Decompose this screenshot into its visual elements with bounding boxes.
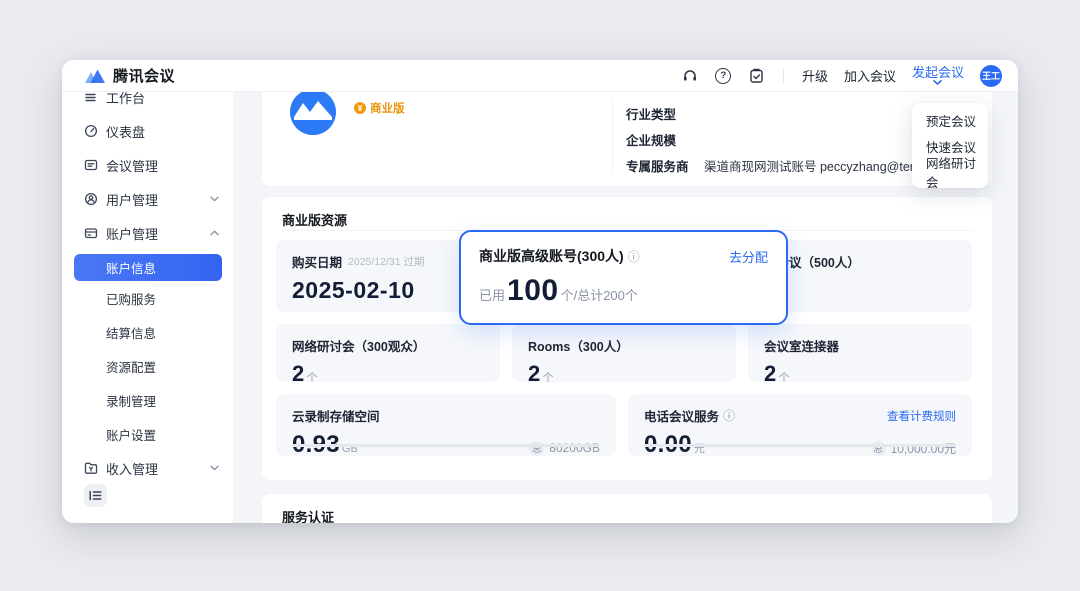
meetings-icon	[84, 158, 98, 172]
edition-badge: ¥ 商业版	[354, 100, 405, 116]
sidebar-item-dashboard[interactable]: 仪表盘	[62, 114, 233, 148]
chevron-down-icon	[210, 465, 219, 471]
connector-tile: 会议室连接器 2 个	[748, 324, 972, 382]
dashboard-icon	[84, 124, 98, 138]
assign-link[interactable]: 去分配	[729, 247, 768, 266]
sidebar-item-purchased-services[interactable]: 已购服务	[62, 281, 233, 315]
premium-account-title: 商业版高级账号(300人)	[479, 246, 624, 266]
badge-coin-icon: ¥	[354, 102, 366, 114]
menu-item-webinar[interactable]: 网络研讨会	[912, 159, 988, 185]
headset-icon[interactable]	[682, 67, 699, 84]
expire-note: 2025/12/31 过期	[348, 254, 424, 269]
total-badge: 总	[871, 441, 886, 456]
chevron-down-icon	[933, 80, 942, 85]
storage-progress-bar	[292, 444, 600, 447]
storage-total: 总 80200GB	[529, 441, 600, 456]
main-content: ¥ 商业版 行业类型 企业规模 专属服务商	[233, 92, 1018, 523]
menu-fold-icon	[89, 490, 102, 501]
sidebar-item-account-management[interactable]: 账户管理	[62, 216, 233, 250]
connector-count: 2	[764, 361, 777, 387]
menu-item-schedule-meeting[interactable]: 预定会议	[912, 107, 988, 133]
purchase-date-value: 2025-02-10	[292, 277, 484, 304]
total-label: 个/总计200个	[561, 285, 638, 304]
rooms-tile: Rooms（300人） 2 个	[512, 324, 736, 382]
survey-icon[interactable]	[748, 67, 765, 84]
help-icon[interactable]: ?	[715, 67, 732, 84]
app-title: 腾讯会议	[113, 65, 175, 86]
sidebar-item-resource-config[interactable]: 资源配置	[62, 349, 233, 383]
income-icon	[84, 461, 98, 475]
sidebar-item-income-management[interactable]: 收入管理	[62, 451, 233, 485]
phone-progress-bar	[644, 444, 956, 447]
business-resources-card: 商业版资源 购买日期 2025/12/31 过期 2025-02-10 大会议（…	[262, 197, 992, 480]
total-badge: 总	[529, 441, 544, 456]
billing-rules-link[interactable]: 查看计费规则	[887, 408, 956, 424]
brand: 腾讯会议	[84, 65, 175, 86]
premium-account-card[interactable]: 商业版高级账号(300人) ⓘ 去分配 已用 100 个/总计200个	[459, 230, 788, 325]
used-value: 100	[507, 274, 559, 308]
account-info-card: ¥ 商业版 行业类型 企业规模 专属服务商	[262, 92, 992, 186]
service-certification-card: 服务认证	[262, 494, 992, 523]
upgrade-button[interactable]: 升级	[802, 66, 828, 85]
info-icon[interactable]: ⓘ	[723, 407, 735, 424]
cloud-storage-tile: 云录制存储空间 0.93 GB 总 80200GB	[276, 394, 616, 456]
rooms-count: 2	[528, 361, 541, 387]
start-meeting-button[interactable]: 发起会议	[912, 66, 964, 85]
users-icon	[84, 192, 98, 206]
sidebar-item-recording-management[interactable]: 录制管理	[62, 383, 233, 417]
chevron-up-icon	[210, 230, 219, 236]
phone-total: 总 10,000.00元	[871, 440, 956, 457]
sidebar-item-workbench[interactable]: 工作台	[62, 92, 233, 114]
webinar-count: 2	[292, 361, 305, 387]
section-title: 商业版资源	[282, 210, 347, 229]
sidebar-item-user-management[interactable]: 用户管理	[62, 182, 233, 216]
sidebar-item-billing-info[interactable]: 结算信息	[62, 315, 233, 349]
start-meeting-menu: 预定会议 快速会议 网络研讨会	[912, 103, 988, 188]
large-meeting-label: 大会议（500人）	[764, 252, 956, 271]
sidebar-collapse-button[interactable]	[84, 484, 107, 507]
page-background: 腾讯会议 ?	[0, 0, 1080, 591]
sidebar-item-account-settings[interactable]: 账户设置	[62, 417, 233, 451]
join-meeting-button[interactable]: 加入会议	[844, 66, 896, 85]
sidebar-item-account-info-selected[interactable]: 账户信息	[74, 254, 222, 281]
used-label: 已用	[479, 285, 505, 304]
webinar-tile: 网络研讨会（300观众） 2 个	[276, 324, 500, 382]
sidebar: 工作台 仪表盘 会议管理	[62, 92, 233, 523]
app-window: 腾讯会议 ?	[62, 60, 1018, 523]
navbar-divider	[783, 69, 784, 83]
enterprise-avatar	[290, 92, 336, 135]
top-navbar: 腾讯会议 ?	[62, 60, 1018, 92]
section-title: 服务认证	[282, 507, 334, 523]
account-icon	[84, 226, 98, 240]
app-body: 工作台 仪表盘 会议管理	[62, 92, 1018, 523]
sidebar-item-meeting-management[interactable]: 会议管理	[62, 148, 233, 182]
phone-service-tile: 电话会议服务 ⓘ 查看计费规则 0.00 元 总 10,000.00元	[628, 394, 972, 456]
chevron-down-icon	[210, 196, 219, 202]
info-icon[interactable]: ⓘ	[628, 248, 640, 265]
user-avatar[interactable]: 王工	[980, 65, 1002, 87]
tencent-meeting-logo-icon	[84, 67, 106, 84]
navbar-actions: ? 升级 加入会议 发起会议 王工	[682, 65, 1002, 87]
workbench-icon	[84, 92, 98, 104]
